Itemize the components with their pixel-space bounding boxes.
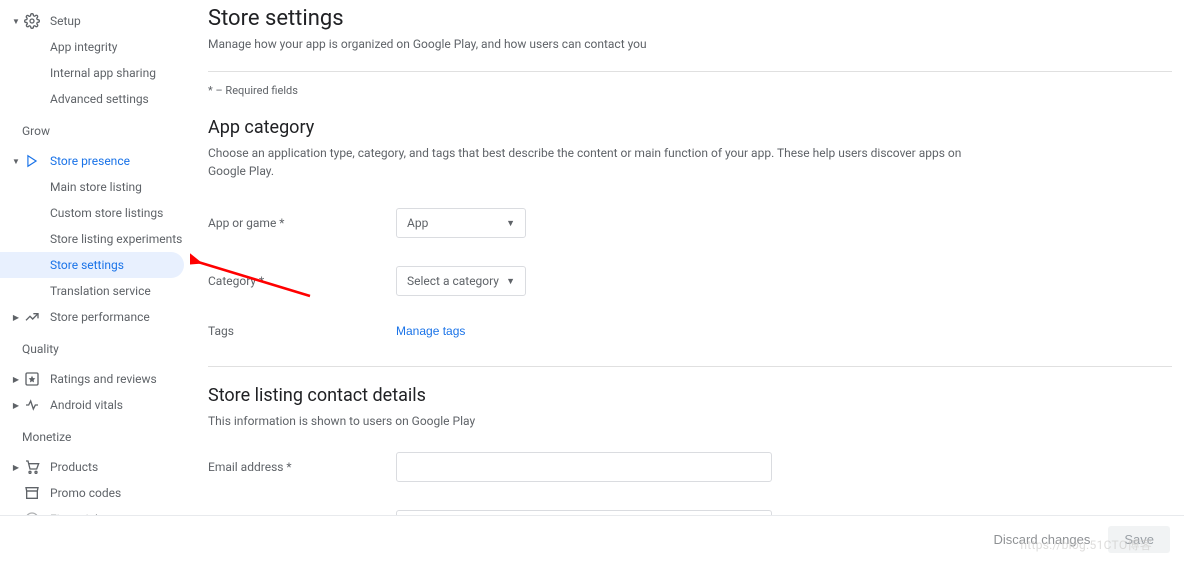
sidebar-item-products[interactable]: ▶ Products xyxy=(0,454,184,480)
gear-icon xyxy=(24,13,40,29)
sidebar-item-internal-app-sharing[interactable]: Internal app sharing xyxy=(0,60,184,86)
store-icon xyxy=(24,485,40,501)
sidebar-item-setup[interactable]: ▼ Setup xyxy=(0,8,184,34)
chevron-down-icon: ▼ xyxy=(12,17,20,26)
sidebar-item-ratings-reviews[interactable]: ▶ Ratings and reviews xyxy=(0,366,184,392)
sidebar-item-label: Custom store listings xyxy=(50,206,163,220)
chevron-down-icon: ▼ xyxy=(506,218,515,229)
row-app-or-game: App or game * App ▼ xyxy=(208,208,1172,238)
sidebar-item-promo-codes[interactable]: ▶ Promo codes xyxy=(0,480,184,506)
sidebar-item-app-integrity[interactable]: App integrity xyxy=(0,34,184,60)
sidebar-item-store-presence[interactable]: ▼ Store presence xyxy=(0,148,184,174)
sidebar-item-store-settings[interactable]: Store settings xyxy=(0,252,184,278)
page-subtitle: Manage how your app is organized on Goog… xyxy=(208,37,1172,51)
divider xyxy=(208,366,1172,367)
sidebar-group-monetize: Monetize xyxy=(0,418,196,454)
row-category: Category * Select a category ▼ xyxy=(208,266,1172,296)
sidebar-item-label: Translation service xyxy=(50,284,151,298)
section-title-contact: Store listing contact details xyxy=(208,385,1172,406)
chevron-down-icon: ▼ xyxy=(506,276,515,287)
sidebar-item-label: Advanced settings xyxy=(50,92,149,106)
chevron-right-icon: ▶ xyxy=(12,375,20,384)
sidebar-item-store-performance[interactable]: ▶ Store performance xyxy=(0,304,184,330)
label-tags: Tags xyxy=(208,324,396,338)
sidebar-item-label: Main store listing xyxy=(50,180,142,194)
watermark: https://blog.51CTO博客 xyxy=(1020,536,1152,553)
select-app-or-game[interactable]: App ▼ xyxy=(396,208,526,238)
chevron-right-icon: ▶ xyxy=(12,313,20,322)
chevron-right-icon: ▶ xyxy=(12,463,20,472)
row-tags: Tags Manage tags xyxy=(208,324,1172,338)
play-icon xyxy=(24,153,40,169)
page-title: Store settings xyxy=(208,6,1172,31)
sidebar: ▼ Setup App integrity Internal app shari… xyxy=(0,0,196,563)
chevron-right-icon: ▶ xyxy=(12,401,20,410)
sidebar-item-store-listing-experiments[interactable]: Store listing experiments xyxy=(0,226,184,252)
sidebar-item-label: Store presence xyxy=(50,154,130,168)
label-app-or-game: App or game * xyxy=(208,216,396,230)
sidebar-group-grow: Grow xyxy=(0,112,196,148)
sidebar-item-label: Internal app sharing xyxy=(50,66,156,80)
sidebar-item-custom-store-listings[interactable]: Custom store listings xyxy=(0,200,184,226)
section-desc-app-category: Choose an application type, category, an… xyxy=(208,144,968,180)
sidebar-item-label: Store performance xyxy=(50,310,150,324)
star-box-icon xyxy=(24,371,40,387)
select-value: Select a category xyxy=(407,274,499,288)
trend-icon xyxy=(24,309,40,325)
sidebar-item-label: Android vitals xyxy=(50,398,123,412)
main-content: Store settings Manage how your app is or… xyxy=(196,0,1184,563)
label-email: Email address * xyxy=(208,460,396,474)
sidebar-item-label: Store listing experiments xyxy=(50,232,182,246)
sidebar-item-android-vitals[interactable]: ▶ Android vitals xyxy=(0,392,184,418)
sidebar-item-label: App integrity xyxy=(50,40,117,54)
cart-icon xyxy=(24,459,40,475)
sidebar-item-label: Store settings xyxy=(50,258,124,272)
row-email: Email address * xyxy=(208,452,1172,482)
vitals-icon xyxy=(24,397,40,413)
select-value: App xyxy=(407,216,428,230)
sidebar-item-label: Products xyxy=(50,460,98,474)
divider xyxy=(208,71,1172,72)
sidebar-item-label: Promo codes xyxy=(50,486,121,500)
chevron-down-icon: ▼ xyxy=(12,157,20,166)
sidebar-item-label: Setup xyxy=(50,14,81,28)
sidebar-group-quality: Quality xyxy=(0,330,196,366)
required-fields-note: * – Required fields xyxy=(208,84,1172,97)
sidebar-item-main-store-listing[interactable]: Main store listing xyxy=(0,174,184,200)
email-field[interactable] xyxy=(396,452,772,482)
footer-bar: Discard changes Save xyxy=(0,515,1184,563)
sidebar-item-translation-service[interactable]: Translation service xyxy=(0,278,184,304)
label-category: Category * xyxy=(208,274,396,288)
select-category[interactable]: Select a category ▼ xyxy=(396,266,526,296)
sidebar-item-advanced-settings[interactable]: Advanced settings xyxy=(0,86,184,112)
sidebar-item-label: Ratings and reviews xyxy=(50,372,157,386)
manage-tags-button[interactable]: Manage tags xyxy=(396,324,465,338)
section-desc-contact: This information is shown to users on Go… xyxy=(208,412,968,430)
section-title-app-category: App category xyxy=(208,117,1172,138)
